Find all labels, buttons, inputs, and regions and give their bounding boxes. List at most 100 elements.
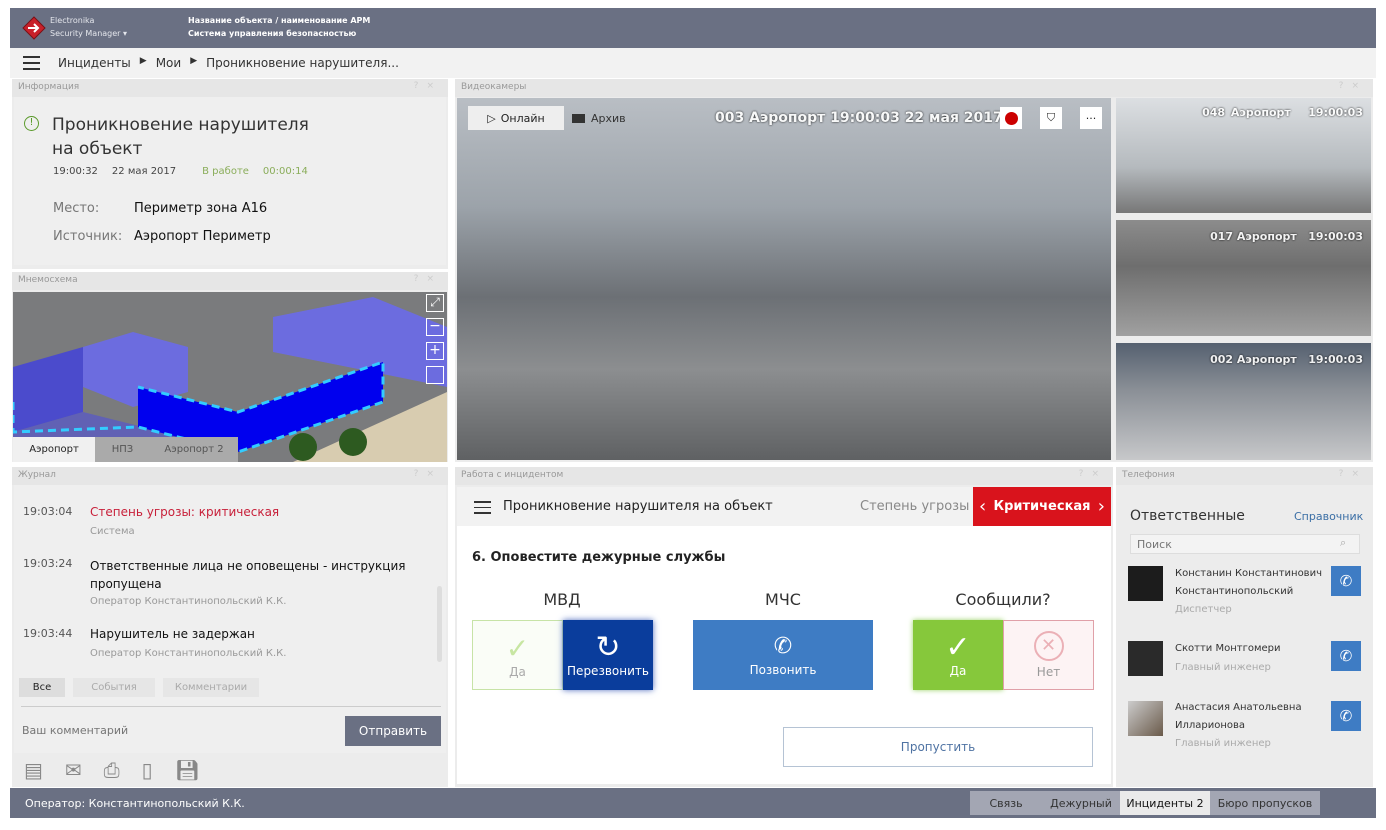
camera-name: 017 Аэропорт bbox=[1210, 230, 1297, 243]
search-input[interactable] bbox=[1130, 534, 1360, 554]
camera-tile[interactable]: 048 Аэропорт 19:00:03 bbox=[1116, 98, 1371, 213]
caret-right-icon: ▶ bbox=[139, 56, 147, 66]
print-icon[interactable]: ⎙ bbox=[104, 758, 120, 782]
search-icon: ⌕ bbox=[1340, 536, 1347, 549]
mvd-recall-button[interactable]: ↻ Перезвонить bbox=[563, 620, 653, 690]
panel-title: Видеокамеры bbox=[461, 82, 527, 92]
layers-icon[interactable] bbox=[426, 366, 444, 384]
breadcrumb-incidents[interactable]: Инциденты bbox=[58, 56, 131, 70]
entry-author: Оператор Константинопольский К.К. bbox=[90, 648, 287, 659]
save-icon[interactable]: 💾︎ bbox=[175, 758, 200, 782]
directory-link[interactable]: Справочник bbox=[1294, 510, 1363, 523]
incident-panel: Работа с инцидентом ?× Проникновение нару… bbox=[455, 467, 1113, 787]
call-button[interactable]: ✆ bbox=[1331, 641, 1361, 671]
status-tab-pass-office[interactable]: Бюро пропусков bbox=[1210, 791, 1320, 815]
status-tab-duty[interactable]: Дежурный bbox=[1042, 791, 1120, 815]
panel-controls[interactable]: ?× bbox=[414, 274, 442, 284]
mnemo-tab-airport[interactable]: Аэропорт bbox=[13, 437, 95, 462]
avatar bbox=[1128, 641, 1163, 676]
chevron-left-icon[interactable]: ‹ bbox=[979, 496, 986, 517]
mchs-title: МЧС bbox=[765, 590, 801, 609]
mchs-call-button[interactable]: ✆ Позвонить bbox=[693, 620, 873, 690]
check-icon: ✓ bbox=[505, 631, 530, 665]
mnemo-tab-npz[interactable]: НПЗ bbox=[95, 437, 150, 462]
object-name: Название объекта / наименование АРМ bbox=[188, 16, 371, 25]
play-icon: ▷ bbox=[487, 111, 496, 125]
hamburger-menu-icon[interactable] bbox=[23, 56, 40, 70]
record-button[interactable] bbox=[1000, 107, 1022, 129]
mnemo-tab-airport-2[interactable]: Аэропорт 2 bbox=[150, 437, 238, 462]
status-tab-communication[interactable]: Связь bbox=[970, 791, 1042, 815]
zoom-in-icon[interactable]: + bbox=[426, 342, 444, 360]
more-button[interactable]: ··· bbox=[1080, 107, 1102, 129]
check-icon: ✓ bbox=[945, 630, 971, 665]
filter-comments[interactable]: Комментарии bbox=[163, 678, 259, 697]
incident-time: 19:00:32 bbox=[53, 166, 98, 177]
alert-icon: ! bbox=[24, 116, 39, 131]
entry-time: 19:03:24 bbox=[23, 557, 73, 570]
report-icon[interactable]: ▤ bbox=[24, 758, 43, 782]
breadcrumb-mine[interactable]: Мои bbox=[156, 56, 182, 70]
filter-events[interactable]: События bbox=[73, 678, 155, 697]
incident-date: 22 мая 2017 bbox=[111, 166, 177, 177]
mvd-yes-button[interactable]: ✓ Да bbox=[472, 620, 563, 690]
record-icon bbox=[1004, 111, 1018, 125]
phone-forward-icon: ✆ bbox=[773, 633, 793, 659]
incident-title: Проникновение нарушителя на объект bbox=[503, 499, 773, 514]
entry-text: Ответственные лица не оповещены - инстру… bbox=[90, 559, 406, 591]
send-mail-icon[interactable]: ✉ bbox=[65, 758, 82, 782]
panel-controls[interactable]: ?× bbox=[1339, 469, 1367, 479]
panel-controls[interactable]: ?× bbox=[1079, 469, 1107, 479]
operator-label: Оператор: Константинопольский К.К. bbox=[25, 797, 245, 810]
divider bbox=[21, 706, 441, 707]
status-tab-incidents[interactable]: Инциденты 2 bbox=[1120, 791, 1210, 815]
reported-no-button[interactable]: ✕ Нет bbox=[1003, 620, 1094, 690]
filter-all[interactable]: Все bbox=[19, 678, 65, 697]
panel-controls[interactable]: ?× bbox=[1339, 81, 1367, 91]
fullscreen-icon[interactable]: ⤢ bbox=[426, 294, 444, 312]
place-value: Периметр зона А16 bbox=[134, 201, 268, 216]
call-button[interactable]: ✆ bbox=[1331, 566, 1361, 596]
contact-name: Констанин Константинович bbox=[1175, 568, 1322, 579]
panel-controls[interactable]: ?× bbox=[414, 469, 442, 479]
chevron-right-icon[interactable]: › bbox=[1098, 496, 1105, 517]
threat-selector[interactable]: ‹ Критическая › bbox=[973, 487, 1111, 526]
skip-button[interactable]: Пропустить bbox=[783, 727, 1093, 767]
call-button[interactable]: ✆ bbox=[1331, 701, 1361, 731]
hamburger-menu-icon[interactable] bbox=[474, 501, 491, 514]
reported-yes-button[interactable]: ✓ Да bbox=[913, 620, 1003, 690]
system-name: Система управления безопасностью bbox=[188, 29, 357, 38]
camera-tile[interactable]: 002 Аэропорт 19:00:03 bbox=[1116, 343, 1371, 460]
incident-status: В работе bbox=[202, 166, 249, 177]
entry-time: 19:03:04 bbox=[23, 505, 73, 518]
video-panel: Видеокамеры ?× ▷ Онлайн Архив 003 Аэропорт… bbox=[455, 79, 1373, 462]
panel-title: Мнемосхема bbox=[18, 275, 78, 285]
journal-panel: Журнал ?× 19:03:04 Степень угрозы: критич… bbox=[12, 467, 448, 787]
zoom-out-icon[interactable]: − bbox=[426, 318, 444, 336]
logo-icon bbox=[22, 16, 46, 40]
archive-button[interactable]: Архив bbox=[572, 106, 626, 130]
camera-name: 002 Аэропорт bbox=[1210, 353, 1297, 366]
archive-label: Архив bbox=[591, 111, 626, 125]
comment-input[interactable] bbox=[22, 719, 322, 741]
scrollbar[interactable] bbox=[437, 586, 442, 662]
shield-button[interactable]: ⛉ bbox=[1040, 107, 1062, 129]
document-icon[interactable]: ▯ bbox=[142, 758, 153, 782]
panel-controls[interactable]: ?× bbox=[414, 81, 442, 91]
panel-title: Журнал bbox=[18, 470, 56, 480]
camera-time: 19:00:03 bbox=[1308, 106, 1363, 119]
camera-time: 19:00:03 bbox=[1308, 353, 1363, 366]
brand-menu[interactable]: Electronika Security Manager ▾ bbox=[50, 14, 127, 40]
contact-name-2: Константинопольский bbox=[1175, 586, 1294, 597]
avatar bbox=[1128, 701, 1163, 736]
camera-tile[interactable]: 017 Аэропорт 19:00:03 bbox=[1116, 220, 1371, 336]
online-button[interactable]: ▷ Онлайн bbox=[468, 106, 564, 130]
mchs-call-label: Позвонить bbox=[749, 662, 817, 677]
main-camera-label: 003 Аэропорт 19:00:03 22 мая 2017 bbox=[715, 110, 1003, 126]
main-camera-view[interactable]: ▷ Онлайн Архив 003 Аэропорт 19:00:03 22 м… bbox=[457, 98, 1111, 460]
phone-forward-icon: ✆ bbox=[1339, 572, 1353, 590]
avatar bbox=[1128, 566, 1163, 601]
contact-role: Главный инженер bbox=[1175, 738, 1271, 749]
mvd-recall-label: Перезвонить bbox=[567, 664, 649, 678]
send-button[interactable]: Отправить bbox=[345, 716, 441, 746]
